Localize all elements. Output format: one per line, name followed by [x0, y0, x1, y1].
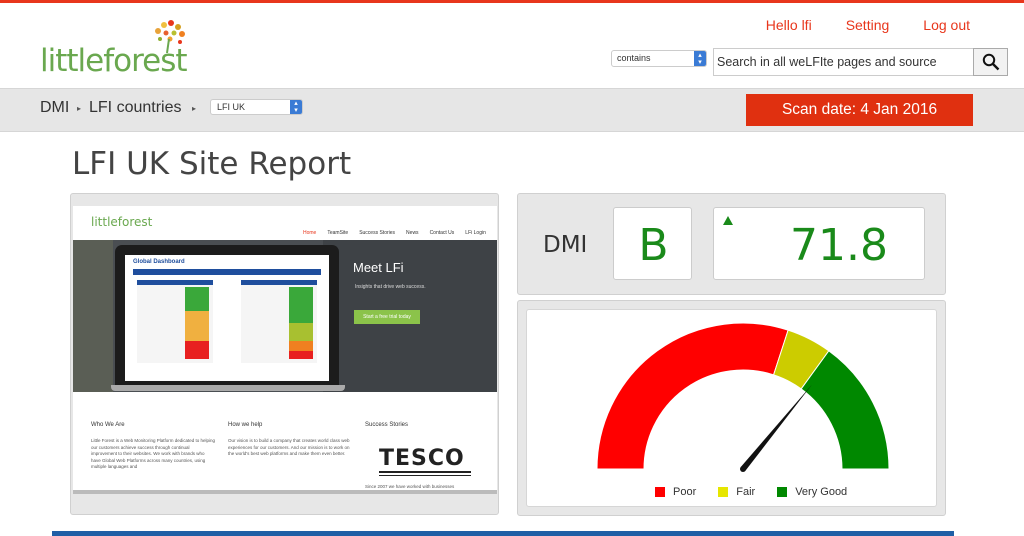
select-arrows-icon: ▴ ▾ [290, 100, 302, 114]
site-screenshot[interactable]: littleforest Home TeamSite Success Stori… [73, 206, 497, 490]
search-icon [982, 53, 999, 71]
screenshot-scrollbar[interactable] [73, 490, 497, 494]
hello-user-link[interactable]: Hello lfi [766, 17, 812, 33]
preview-hero-subtitle: Insights that drive web success. [355, 284, 426, 290]
preview-hero-title: Meet LFi [353, 260, 404, 275]
preview-dashboard: Global Dashboard [125, 255, 329, 381]
preview-column-title: Who We Are [91, 422, 125, 428]
scan-date-badge: Scan date: 4 Jan 2016 [746, 94, 973, 126]
gauge-legend: Poor Fair Very Good [655, 486, 869, 498]
header: littleforest Hello lfi Setting Log out c… [0, 3, 1024, 88]
dmi-label: DMI [543, 232, 588, 258]
search-mode-select[interactable]: contains ▴ ▾ [611, 50, 707, 67]
select-arrows-icon: ▴ ▾ [694, 51, 706, 66]
preview-column-title: Success Stories [365, 422, 409, 428]
search-mode-value: contains [617, 53, 651, 63]
breadcrumb-separator-icon: ▸ [192, 104, 197, 113]
preview-nav-item: Success Stories [359, 230, 396, 236]
preview-nav-item: Home [303, 230, 317, 236]
dmi-gauge [596, 322, 890, 472]
dmi-grade: B [638, 220, 669, 271]
preview-logo: littleforest [91, 215, 153, 229]
tesco-logo: TESCO [379, 446, 465, 471]
preview-column: How we help Our vision is to build a com… [228, 422, 352, 458]
dmi-score: 71.8 [790, 220, 888, 271]
preview-column-text: Since 2007 we have worked with businesse… [365, 484, 455, 489]
dmi-panel: DMI B 71.8 [517, 193, 946, 295]
breadcrumb-separator-icon: ▸ [77, 104, 82, 113]
score-box: 71.8 [713, 207, 925, 280]
legend-label-poor: Poor [673, 486, 697, 498]
page-title: LFI UK Site Report [72, 146, 352, 182]
legend-swatch-fair [718, 487, 729, 497]
legend-label-very-good: Very Good [795, 486, 848, 498]
country-select[interactable]: LFI UK ▴ ▾ [210, 99, 303, 115]
legend-swatch-poor [655, 487, 665, 497]
preview-column: Who We Are Little Forest is a Web Monito… [91, 422, 215, 471]
bottom-accent-bar [52, 531, 954, 536]
top-links: Hello lfi Setting Log out [732, 17, 970, 33]
trend-up-icon [723, 216, 733, 225]
preview-column-text: Our vision is to build a company that cr… [228, 438, 350, 456]
preview-nav-item: News [406, 230, 419, 236]
preview-hero: Global Dashboard Meet LFi Insights that … [73, 240, 497, 392]
gauge-card: Poor Fair Very Good [526, 309, 937, 507]
preview-column-title: How we help [228, 422, 263, 428]
dashboard-title: Global Dashboard [133, 259, 185, 265]
breadcrumb: DMI ▸ LFI countries ▸ LFI UK ▴ ▾ Scan dat… [0, 88, 1024, 132]
littleforest-logo[interactable]: littleforest [40, 20, 190, 81]
legend-swatch-very-good [777, 487, 788, 497]
preview-nav-item: Contact Us [429, 230, 455, 236]
country-select-value: LFI UK [217, 102, 246, 112]
gauge-needle [740, 384, 812, 471]
grade-box: B [613, 207, 692, 280]
preview-column-text: Little Forest is a Web Monitoring Platfo… [91, 438, 215, 469]
preview-trial-button: Start a free trial today [354, 310, 420, 324]
setting-link[interactable]: Setting [846, 17, 890, 33]
preview-nav-item: TeamSite [327, 230, 349, 236]
preview-laptop: Global Dashboard [115, 245, 339, 388]
logout-link[interactable]: Log out [923, 17, 970, 33]
logo-text: littleforest [40, 43, 188, 79]
preview-nav-item: LFi Login [465, 230, 486, 236]
search-input[interactable]: Search in all weLFIte pages and source [713, 48, 973, 76]
search-button[interactable] [973, 48, 1008, 76]
site-screenshot-panel: littleforest Home TeamSite Success Stori… [70, 193, 499, 515]
breadcrumb-dmi[interactable]: DMI [40, 99, 69, 117]
legend-label-fair: Fair [736, 486, 756, 498]
gauge-panel: Poor Fair Very Good [517, 300, 946, 516]
preview-column: Success Stories [365, 422, 489, 438]
breadcrumb-lfi-countries[interactable]: LFI countries [89, 99, 181, 117]
gauge-needle-hub [740, 466, 746, 472]
preview-nav: Home TeamSite Success Stories News Conta… [303, 230, 497, 236]
